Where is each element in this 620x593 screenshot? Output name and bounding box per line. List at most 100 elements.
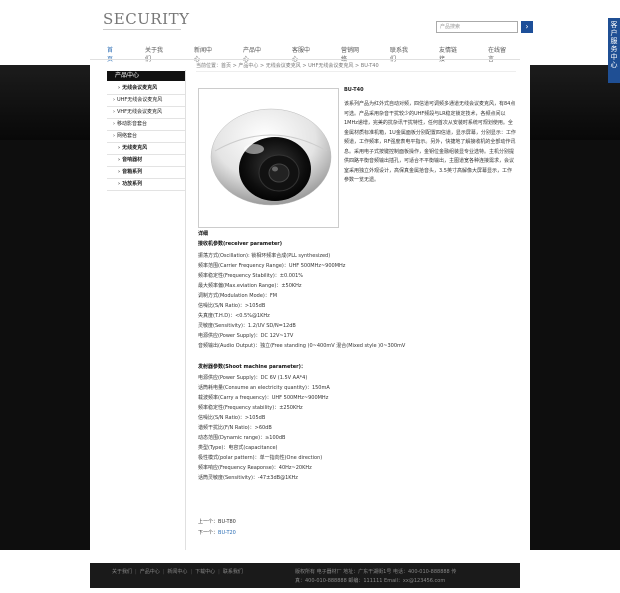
separator: | xyxy=(218,569,220,575)
detail-label: 详细 xyxy=(198,231,209,237)
sidebar-item[interactable]: › 音箱系列 xyxy=(107,167,185,179)
sidebar-item-label: 音箱系列 xyxy=(122,169,143,175)
sidebar-item[interactable]: › 功放系列 xyxy=(107,179,185,191)
site-logo[interactable]: SECURITY xyxy=(103,10,189,28)
footer-info: 版权所有 电子器材厂 地址：广东干湖街1号 电话：400-010-888888 … xyxy=(295,568,515,586)
footer-info-line: 版权所有 电子器材厂 地址：广东干湖街1号 电话：400-010-888888 … xyxy=(295,569,457,575)
next-product: 下一个：BU-T20 xyxy=(198,529,236,536)
spec-row: 谐频干扰比(F/N Ratio)：>60dB xyxy=(198,425,272,431)
spec-row: 电源供应(Power Supply)：DC 6V (1.5V AA*4) xyxy=(198,375,308,381)
spec-row: 类型(Type)：电容式(capacitance) xyxy=(198,445,278,451)
sidebar-item[interactable]: › 无线麦克风 xyxy=(107,143,185,155)
nav-about[interactable]: 关于我们 xyxy=(128,40,177,63)
separator: | xyxy=(190,569,193,575)
nav-products[interactable]: 产品中心 xyxy=(226,40,275,63)
spec-row: 失真度(T.H.D)：<0.5%@1KHz xyxy=(198,313,270,319)
arrow-icon: › xyxy=(113,121,115,127)
prev-link[interactable]: BU-T80 xyxy=(218,519,236,525)
product-name: BU-T40 xyxy=(344,87,364,93)
prev-label: 上一个： xyxy=(198,519,219,525)
separator: | xyxy=(135,569,137,575)
spec-row: 灵敏度(Sensitivity)：1.2/UV SD/N=12dB xyxy=(198,323,296,329)
product-description: 该系列产品为红外式自动对频，四信道可调频多通道无线会议麦克风，有84点可选。产品… xyxy=(344,101,516,183)
sidebar-item-label: 移动影音套台 xyxy=(117,121,148,127)
spec-row: 振荡方式(Oscillation): 锁相环频率合成(PLL synthesiz… xyxy=(198,253,331,259)
breadcrumb-divider xyxy=(196,71,516,72)
receiver-heading: 接收机参数(receiver parameter) xyxy=(198,239,518,249)
arrow-icon: › xyxy=(113,133,115,139)
spec-row: 话筒耗电量(Consume an electricity quantity)：1… xyxy=(198,385,330,391)
transmitter-heading: 发射器参数(Shoot machine parameter)： xyxy=(198,362,518,372)
arrow-icon: › xyxy=(118,145,121,151)
spec-row: 频率稳定性(Frequency stability)：±250KHz xyxy=(198,405,303,411)
nav-news[interactable]: 新闻中心 xyxy=(177,40,226,63)
footer-link[interactable]: 联系我们 xyxy=(223,569,243,575)
footer-link[interactable]: 新闻中心 xyxy=(167,569,187,575)
footer-nav: 关于我们 | 产品中心 | 新闻中心 | 下载中心 | 联系我们 xyxy=(112,568,243,575)
sidebar-item-label: 无线麦克风 xyxy=(122,145,148,151)
arrow-icon: › xyxy=(118,181,121,187)
next-label: 下一个： xyxy=(198,530,219,536)
dome-camera-image xyxy=(210,108,332,206)
sidebar-item-label: VHF无线会议麦克风 xyxy=(117,109,163,115)
sidebar-menu: › 无线会议麦克风 › UHF无线会议麦克风 › VHF无线会议麦克风 › 移动影音套台… xyxy=(107,83,185,191)
sidebar-item[interactable]: › 移动影音套台 xyxy=(107,119,185,131)
arrow-icon: › xyxy=(118,169,121,175)
spec-row: 信噪比(S/N Ratio)：>105dB xyxy=(198,415,266,421)
nav-service[interactable]: 客服中心 xyxy=(275,40,324,63)
receiver-title: 接收机参数(receiver parameter) xyxy=(198,241,282,247)
spec-row: 最大频率偏(Max.eviation Range)：±50KHz xyxy=(198,283,302,289)
spec-row: 动态范围(Dynamic range)：≥100dB xyxy=(198,435,286,441)
sidebar-item[interactable]: › VHF无线会议麦克风 xyxy=(107,107,185,119)
prev-product: 上一个：BU-T80 xyxy=(198,518,236,525)
logo-underline xyxy=(103,29,181,30)
product-photo xyxy=(198,88,339,228)
sidebar-title: 产品中心 xyxy=(107,71,185,81)
sidebar-item-label: 功放系列 xyxy=(122,181,143,187)
customer-service-tab[interactable]: 客户服务中心 xyxy=(608,18,620,83)
spec-row: 极性模式(polar pattern)：单一指向性(One direction) xyxy=(198,455,323,461)
spec-row: 频率稳定性(Frequency Stability)：±0.001% xyxy=(198,273,304,279)
spec-row: 载波频率(Carry a frequency)：UHF 500MHz~900MH… xyxy=(198,395,329,401)
main-nav: 首页 关于我们 新闻中心 产品中心 客服中心 营销网络 联系我们 友情链接 在线… xyxy=(90,40,520,63)
breadcrumb: 当前位置：首页 > 产品中心 > 无线会议麦克风 > UHF无线会议麦克风 > … xyxy=(196,63,379,69)
footer: 关于我们 | 产品中心 | 新闻中心 | 下载中心 | 联系我们 版权所有 电子器材厂 地址：广… xyxy=(90,563,520,588)
nav-home[interactable]: 首页 xyxy=(90,40,128,63)
footer-info-line: 真：400-010-888888 邮编：111111 Email：xx@1234… xyxy=(295,578,446,584)
footer-link[interactable]: 下载中心 xyxy=(195,569,215,575)
nav-links[interactable]: 友情链接 xyxy=(422,40,471,63)
transmitter-title: 发射器参数(Shoot machine parameter)： xyxy=(198,364,306,370)
search-button[interactable]: › xyxy=(521,21,533,33)
sidebar-item[interactable]: › 无线会议麦克风 xyxy=(107,83,185,95)
separator: | xyxy=(162,569,165,575)
arrow-icon: › xyxy=(113,109,115,115)
spec-row: 频率范围(Carrier Frequency Range)：UHF 500MHz… xyxy=(198,263,346,269)
spec-row: 电源供应(Power Supply)：DC 12V~17V xyxy=(198,333,294,339)
spec-row: 信噪比(S/N Ratio)：>105dB xyxy=(198,303,266,309)
footer-link[interactable]: 产品中心 xyxy=(140,569,160,575)
nav-contact[interactable]: 联系我们 xyxy=(373,40,422,63)
arrow-icon: › xyxy=(118,85,121,91)
sidebar-item[interactable]: › 音响器材 xyxy=(107,155,185,167)
spec-row: 话筒灵敏度(Sensitivity)：-47±3dB@1KHz xyxy=(198,475,298,481)
spec-row: 调制方式(Modulation Mode)：FM xyxy=(198,293,278,299)
spec-row: 音频输出(Audio Output)：独立(Free standing )0~4… xyxy=(198,343,406,349)
arrow-icon: › xyxy=(113,97,115,103)
next-link[interactable]: BU-T20 xyxy=(218,530,236,536)
sidebar-item[interactable]: › 网络套台 xyxy=(107,131,185,143)
nav-message[interactable]: 在线留言 xyxy=(471,40,520,63)
arrow-icon: › xyxy=(118,157,121,163)
sidebar-item-label: UHF无线会议麦克风 xyxy=(117,97,163,103)
search-input[interactable]: 产品搜索 xyxy=(436,21,518,33)
footer-link[interactable]: 关于我们 xyxy=(112,569,132,575)
sidebar-item-label: 无线会议麦克风 xyxy=(122,85,158,91)
nav-network[interactable]: 营销网络 xyxy=(324,40,373,63)
sidebar-item-label: 网络套台 xyxy=(117,133,138,139)
detail-heading: 详细 xyxy=(198,229,518,239)
search-bar: 产品搜索 › xyxy=(436,21,533,33)
nav-divider xyxy=(90,59,520,60)
spec-row: 频率响应(Frequency Reaponse)：40Hz~20KHz xyxy=(198,465,312,471)
column-divider xyxy=(185,70,186,550)
sidebar-item[interactable]: › UHF无线会议麦克风 xyxy=(107,95,185,107)
sidebar-item-label: 音响器材 xyxy=(122,157,143,163)
